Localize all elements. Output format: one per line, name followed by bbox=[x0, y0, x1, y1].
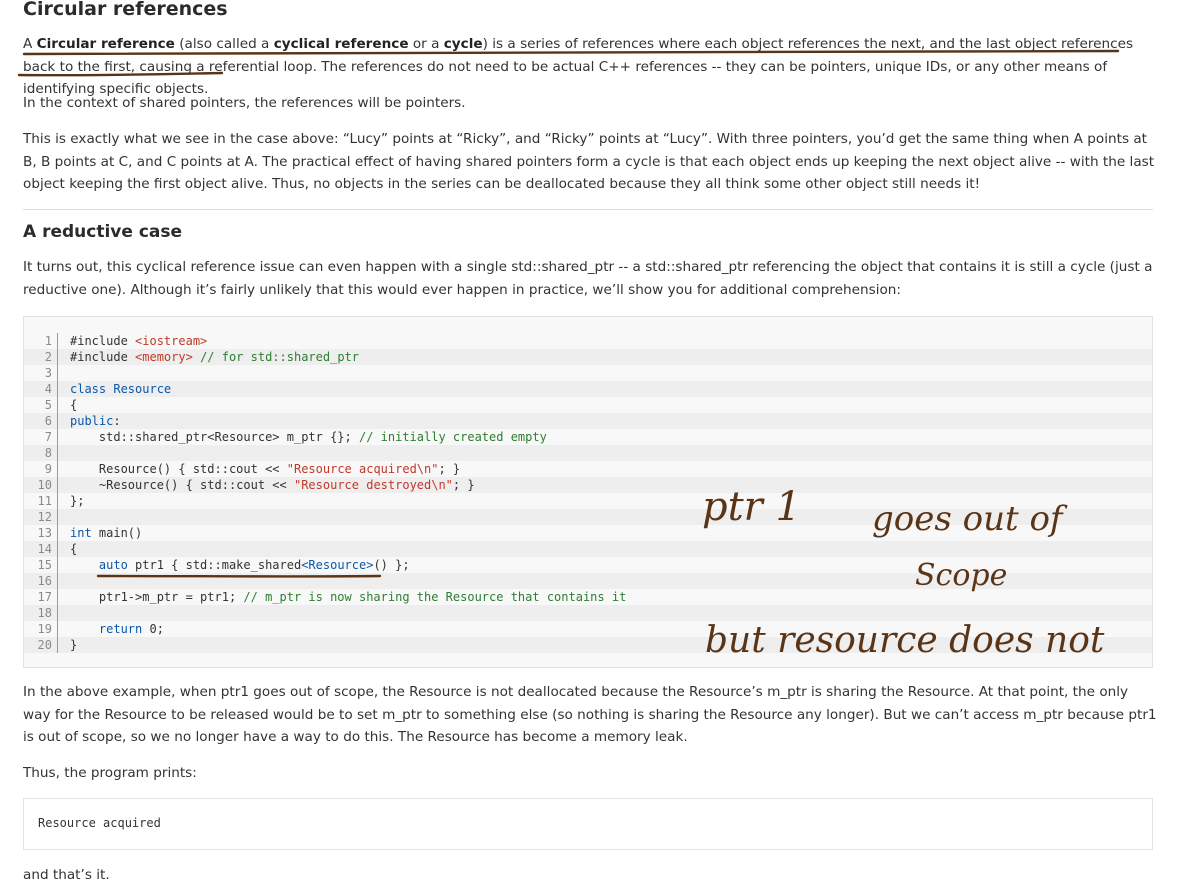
section-title-circular-references: Circular references bbox=[23, 0, 228, 20]
paragraph-lucy-ricky-example: This is exactly what we see in the case … bbox=[23, 131, 1155, 192]
line-number: 15 bbox=[24, 557, 58, 573]
line-number: 5 bbox=[24, 397, 58, 413]
code-text: public: bbox=[70, 414, 121, 428]
line-number: 18 bbox=[24, 605, 58, 621]
p1-mid2: or a bbox=[408, 36, 444, 52]
code-text: int main() bbox=[70, 526, 143, 540]
line-number: 3 bbox=[24, 365, 58, 381]
term-cyclical-reference: cyclical reference bbox=[273, 36, 409, 52]
code-line-15: 15 auto ptr1 { std::make_shared<Resource… bbox=[24, 557, 1152, 573]
line-number: 7 bbox=[24, 429, 58, 445]
program-output-text: Resource acquired bbox=[38, 816, 161, 830]
section-title-reductive-case: A reductive case bbox=[23, 222, 183, 242]
program-output-block: Resource acquired bbox=[23, 798, 1153, 850]
line-number: 2 bbox=[24, 349, 58, 365]
code-line-12: 12 bbox=[24, 509, 1152, 525]
code-text: ~Resource() { std::cout << "Resource des… bbox=[70, 478, 475, 492]
code-text: Resource() { std::cout << "Resource acqu… bbox=[70, 462, 461, 476]
code-text: return 0; bbox=[98, 622, 164, 636]
code-line-3: 3 bbox=[24, 365, 1152, 381]
line-number: 8 bbox=[24, 445, 58, 461]
line-number: 13 bbox=[24, 525, 58, 541]
code-line-1: 1 #include <iostream> bbox=[24, 333, 1152, 349]
code-text: #include <memory> // for std::shared_ptr bbox=[70, 350, 360, 364]
code-block: 1 #include <iostream> 2 #include <memory> /… bbox=[23, 316, 1153, 668]
code-text: std::shared_ptr<Resource> m_ptr {}; // i… bbox=[70, 430, 547, 444]
code-line-17: 17 ptr1->m_ptr = ptr1; // m_ptr is now s… bbox=[24, 589, 1152, 605]
code-line-20: 20} bbox=[24, 637, 1152, 653]
line-number: 19 bbox=[24, 621, 58, 637]
line-number: 4 bbox=[24, 381, 58, 397]
code-listing: 1 #include <iostream> 2 #include <memory> /… bbox=[24, 333, 1152, 653]
paragraph-program-prints: Thus, the program prints: bbox=[23, 765, 197, 781]
paragraph-reductive-intro: It turns out, this cyclical reference is… bbox=[23, 259, 1153, 298]
code-line-5: 5{ bbox=[24, 397, 1152, 413]
p1-mid1: (also called a bbox=[174, 36, 274, 52]
line-number: 12 bbox=[24, 509, 58, 525]
code-text: ptr1->m_ptr = ptr1; // m_ptr is now shar… bbox=[70, 590, 627, 604]
code-text: auto ptr1 { std::make_shared<Resource>()… bbox=[98, 558, 410, 572]
line-number: 20 bbox=[24, 637, 58, 653]
line-number: 9 bbox=[24, 461, 58, 477]
section-divider bbox=[23, 209, 1153, 210]
code-line-13: 13 int main() bbox=[24, 525, 1152, 541]
code-line-9: 9 Resource() { std::cout << "Resource ac… bbox=[24, 461, 1152, 477]
code-line-11: 11}; bbox=[24, 493, 1152, 509]
paragraph-memory-leak-explanation: In the above example, when ptr1 goes out… bbox=[23, 684, 1157, 745]
code-text: } bbox=[70, 638, 78, 652]
line-number: 11 bbox=[24, 493, 58, 509]
paragraph-and-thats-it: and that’s it. bbox=[23, 867, 110, 883]
code-line-7: 7 std::shared_ptr<Resource> m_ptr {}; //… bbox=[24, 429, 1152, 445]
line-number: 17 bbox=[24, 589, 58, 605]
code-line-18: 18 bbox=[24, 605, 1152, 621]
line-number: 16 bbox=[24, 573, 58, 589]
code-text: #include <iostream> bbox=[70, 334, 208, 348]
code-line-16: 16 bbox=[24, 573, 1152, 589]
code-line-14: 14 { bbox=[24, 541, 1152, 557]
code-line-19: 19 return 0; bbox=[24, 621, 1152, 637]
line-number: 1 bbox=[24, 333, 58, 349]
term-cycle: cycle bbox=[443, 36, 483, 52]
code-line-8: 8 bbox=[24, 445, 1152, 461]
line-number: 14 bbox=[24, 541, 58, 557]
code-line-4: 4 class Resource bbox=[24, 381, 1152, 397]
p1-pre: A bbox=[23, 36, 37, 52]
code-text: }; bbox=[70, 494, 85, 508]
code-line-10: 10 ~Resource() { std::cout << "Resource … bbox=[24, 477, 1152, 493]
paragraph-circular-definition: A Circular reference (also called a cycl… bbox=[23, 33, 1158, 101]
code-text: { bbox=[70, 542, 78, 556]
code-line-6: 6 public: bbox=[24, 413, 1152, 429]
term-circular-reference: Circular reference bbox=[36, 36, 175, 52]
line-number: 10 bbox=[24, 477, 58, 493]
code-line-2: 2 #include <memory> // for std::shared_pt… bbox=[24, 349, 1152, 365]
line-number: 6 bbox=[24, 413, 58, 429]
code-text: { bbox=[70, 398, 78, 412]
paragraph-shared-pointers-context: In the context of shared pointers, the r… bbox=[23, 95, 466, 111]
code-text: class Resource bbox=[70, 382, 172, 396]
